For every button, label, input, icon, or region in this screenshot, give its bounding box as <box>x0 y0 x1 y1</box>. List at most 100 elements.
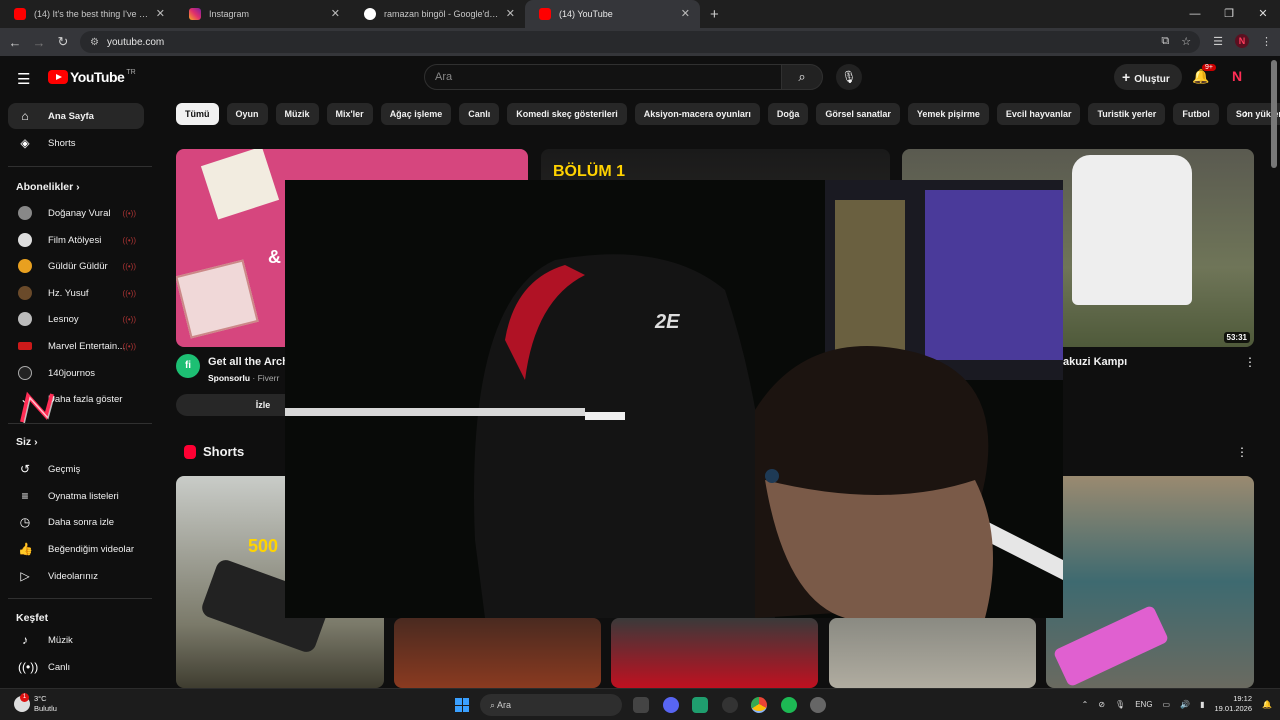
minimize-icon[interactable]: — <box>1178 0 1212 28</box>
url-bar[interactable]: ⚙ youtube.com <box>80 31 1200 53</box>
sidebar-item-playlists[interactable]: ≡ Oynatma listeleri <box>8 483 144 509</box>
sidebar-subscription-item[interactable]: Güldür Güldür ((•)) <box>8 253 144 279</box>
taskbar-search[interactable]: ⌕ Ara <box>480 694 622 716</box>
chip[interactable]: Futbol <box>1173 103 1219 125</box>
page-scrollbar[interactable] <box>1271 60 1277 168</box>
chip[interactable]: Yemek pişirme <box>907 103 989 125</box>
close-window-icon[interactable]: ✕ <box>1246 0 1280 28</box>
voice-search-button[interactable]: 🎙 <box>836 64 862 90</box>
chip[interactable]: Turistik yerler <box>1088 103 1166 125</box>
sidebar-subscription-item[interactable]: 140journos <box>8 360 144 386</box>
browser-tab[interactable]: Instagram ✕ <box>175 0 350 28</box>
app-icon[interactable] <box>722 697 738 713</box>
chip[interactable]: Aksiyon-macera oyunları <box>634 103 760 125</box>
you-heading[interactable]: Siz › <box>16 436 38 448</box>
volume-icon[interactable]: 🔊 <box>1180 700 1190 709</box>
category-chips: Tümü Oyun Müzik Mix'ler Ağaç işleme Canl… <box>176 103 1280 125</box>
forward-icon[interactable]: → <box>27 35 51 50</box>
tab-close-icon[interactable]: ✕ <box>681 7 690 20</box>
chip[interactable]: Görsel sanatlar <box>816 103 900 125</box>
monitor-icon[interactable]: ▭ <box>1163 700 1171 709</box>
chip[interactable]: Oyun <box>226 103 268 125</box>
advertiser-avatar[interactable]: fi <box>176 354 200 378</box>
channel-name: Film Atölyesi <box>48 234 102 246</box>
create-button[interactable]: + Oluştur <box>1114 64 1182 90</box>
account-avatar[interactable]: N <box>1232 68 1242 84</box>
chip[interactable]: Canlı <box>459 103 500 125</box>
discord-icon[interactable] <box>663 697 679 713</box>
install-app-icon[interactable]: ⧉ <box>1161 35 1169 48</box>
youtube-logo[interactable]: YouTube TR <box>48 69 136 85</box>
short-thumbnail[interactable] <box>1046 476 1254 688</box>
tab-close-icon[interactable]: ✕ <box>506 7 515 20</box>
channel-name: Hz. Yusuf <box>48 287 89 299</box>
sidebar-item-label: Shorts <box>48 137 76 149</box>
bookmark-star-icon[interactable]: ☆ <box>1181 35 1191 48</box>
sidebar-item-live[interactable]: ((•)) Canlı <box>8 654 144 680</box>
chevron-up-icon[interactable]: ⌃ <box>1082 700 1089 709</box>
chip[interactable]: Komedi skeç gösterileri <box>507 103 627 125</box>
profile-avatar-icon[interactable]: N <box>1235 34 1249 48</box>
notifications-button[interactable]: 🔔 9+ <box>1192 64 1216 85</box>
tab-close-icon[interactable]: ✕ <box>156 7 165 20</box>
short-thumbnail[interactable] <box>611 618 818 688</box>
chip[interactable]: Doğa <box>767 103 809 125</box>
short-thumbnail[interactable] <box>829 618 1036 688</box>
chip[interactable]: Evcil hayvanlar <box>996 103 1081 125</box>
more-options-icon[interactable]: ⋮ <box>1244 355 1256 369</box>
sidebar-subscription-item[interactable]: Hz. Yusuf ((•)) <box>8 280 144 306</box>
search-input[interactable]: Ara <box>424 64 782 90</box>
sidebar-item-music[interactable]: ♪ Müzik <box>8 627 144 653</box>
sidebar-item-home[interactable]: ⌂ Ana Sayfa <box>8 103 144 129</box>
video-title[interactable]: Get all the Archi <box>208 356 292 368</box>
task-view-icon[interactable] <box>633 697 649 713</box>
network-icon[interactable]: ⊘ <box>1098 700 1105 709</box>
thumbnail-text: BÖLÜM 1 <box>553 163 625 180</box>
search-button[interactable]: ⌕ <box>781 64 823 90</box>
sidebar-item-your-videos[interactable]: ▷ Videolarınız <box>8 563 144 589</box>
site-info-icon[interactable]: ⚙ <box>90 37 99 48</box>
language-indicator[interactable]: ENG <box>1135 700 1152 709</box>
channel-name: Güldür Güldür <box>48 260 108 272</box>
browser-tab[interactable]: ramazan bingöl - Google'da Ara ✕ <box>350 0 525 28</box>
new-tab-icon[interactable]: + <box>710 6 719 23</box>
clock[interactable]: 19:12 19.01.2026 <box>1214 694 1252 714</box>
browser-menu-icon[interactable]: ⋮ <box>1261 35 1272 48</box>
app-icon[interactable] <box>692 697 708 713</box>
spotify-icon[interactable] <box>781 697 797 713</box>
video-title[interactable]: akuzi Kampı <box>1063 356 1127 368</box>
clock-icon: ◷ <box>19 515 31 529</box>
sidebar-subscription-item[interactable]: Marvel Entertain... ((•)) <box>8 333 144 359</box>
short-thumbnail[interactable] <box>394 618 601 688</box>
reload-icon[interactable]: ↻ <box>51 34 75 50</box>
sidebar-item-history[interactable]: ↺ Geçmiş <box>8 456 144 482</box>
sidebar-subscription-item[interactable]: Doğanay Vural ((•)) <box>8 200 144 226</box>
app-icon[interactable] <box>810 697 826 713</box>
chip[interactable]: Ağaç işleme <box>380 103 452 125</box>
tab-close-icon[interactable]: ✕ <box>331 7 340 20</box>
browser-tab[interactable]: (14) It's the best thing I've seen ✕ <box>0 0 175 28</box>
weather-widget[interactable]: 1 3°C Bulutlu <box>14 693 57 714</box>
microphone-icon[interactable]: 🎙 <box>1115 700 1125 709</box>
browser-tab-active[interactable]: (14) YouTube ✕ <box>525 0 700 28</box>
sidebar-item-watch-later[interactable]: ◷ Daha sonra izle <box>8 509 144 535</box>
notification-icon[interactable]: 🔔 <box>1262 700 1272 709</box>
chip[interactable]: Müzik <box>275 103 319 125</box>
chevron-right-icon[interactable]: › <box>1244 106 1248 120</box>
sidebar-item-liked-videos[interactable]: 👍 Beğendiğim videolar <box>8 536 144 562</box>
chip-all[interactable]: Tümü <box>176 103 219 125</box>
more-options-icon[interactable]: ⋮ <box>1236 445 1248 459</box>
sidebar-item-shorts[interactable]: ◈ Shorts <box>8 130 144 156</box>
battery-icon[interactable]: ▮ <box>1200 700 1204 709</box>
maximize-icon[interactable]: ❐ <box>1212 0 1246 28</box>
back-icon[interactable]: ← <box>3 35 27 50</box>
subscriptions-heading[interactable]: Abonelikler › <box>16 181 80 193</box>
sidebar-subscription-item[interactable]: Lesnoy ((•)) <box>8 306 144 332</box>
chrome-icon[interactable] <box>751 697 767 713</box>
windows-start-icon[interactable] <box>455 698 469 712</box>
tab-search-icon[interactable]: ☰ <box>1213 35 1223 48</box>
hamburger-menu-icon[interactable]: ☰ <box>17 70 30 88</box>
overlay-video[interactable]: 2E <box>285 180 1063 618</box>
chip[interactable]: Mix'ler <box>326 103 373 125</box>
sidebar-subscription-item[interactable]: Film Atölyesi ((•)) <box>8 227 144 253</box>
